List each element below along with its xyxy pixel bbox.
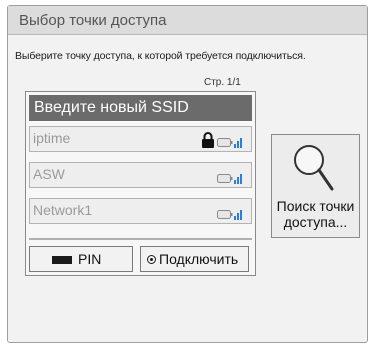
network-name: iptime [33, 130, 71, 146]
network-item-iptime[interactable]: iptime [29, 126, 252, 152]
connect-button[interactable]: Подключить [140, 246, 249, 272]
search-label-line2: доступа... [283, 214, 348, 230]
ok-key-icon [147, 255, 156, 264]
network-name: Network1 [33, 202, 93, 218]
search-label-line1: Поиск точки [276, 198, 355, 214]
search-button-label: Поиск точки доступа... [272, 198, 359, 230]
pin-button[interactable]: PIN [29, 246, 133, 272]
wifi-signal-icon [217, 138, 242, 148]
list-divider [29, 238, 252, 240]
page-indicator: Стр. 1/1 [204, 77, 241, 88]
network-name: ASW [33, 166, 65, 182]
search-access-point-button[interactable]: Поиск точки доступа... [271, 134, 360, 238]
access-point-list: Введите новый SSID iptime ASW Network1 P… [25, 91, 256, 276]
remote-key-icon [52, 256, 72, 264]
pin-button-label: PIN [78, 251, 102, 267]
dialog-instruction: Выберите точку доступа, к которой требуе… [15, 50, 306, 62]
connect-button-label: Подключить [159, 251, 239, 267]
title-bar: Выбор точки доступа [8, 6, 367, 35]
new-ssid-item[interactable]: Введите новый SSID [29, 95, 252, 121]
wifi-signal-icon [217, 210, 242, 220]
network-item-asw[interactable]: ASW [29, 162, 252, 188]
wifi-signal-icon [217, 174, 242, 184]
dialog-title: Выбор точки доступа [19, 12, 167, 29]
lock-icon [202, 132, 214, 148]
network-item-network1[interactable]: Network1 [29, 198, 252, 224]
magnifier-icon [294, 145, 334, 191]
